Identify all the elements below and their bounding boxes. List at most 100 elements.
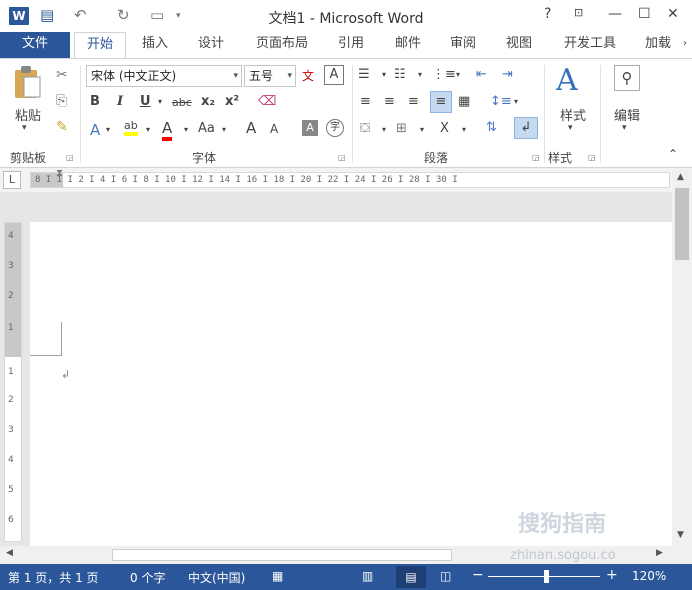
paste-button[interactable]: 粘贴: [12, 105, 44, 124]
tab-review[interactable]: 审阅: [440, 32, 486, 58]
tab-view[interactable]: 视图: [496, 32, 542, 58]
read-mode-icon[interactable]: ▥: [362, 569, 373, 583]
font-name-combo[interactable]: 宋体 (中文正文) ▾: [86, 65, 242, 87]
styles-launcher-icon[interactable]: ◲: [588, 153, 596, 162]
tab-developer[interactable]: 开发工具: [552, 32, 628, 58]
chevron-down-icon[interactable]: ▾: [382, 125, 386, 134]
scroll-left-icon[interactable]: ◀: [6, 548, 13, 558]
chevron-down-icon[interactable]: ▾: [146, 125, 150, 134]
zoom-out-button[interactable]: −: [472, 567, 484, 583]
vertical-ruler[interactable]: 4 3 2 1 1 2 3 4 5 6: [4, 222, 22, 542]
align-left-icon[interactable]: ≡: [360, 94, 371, 109]
find-binoculars-icon[interactable]: ⚲: [614, 65, 640, 91]
styles-button[interactable]: 样式: [556, 105, 590, 124]
tab-page-layout[interactable]: 页面布局: [246, 32, 318, 58]
paste-dropdown-icon[interactable]: ▾: [22, 123, 27, 133]
highlight-color-icon[interactable]: ab: [124, 119, 138, 136]
styles-dropdown-icon[interactable]: ▾: [568, 123, 573, 133]
change-case-button[interactable]: Aa: [198, 121, 215, 136]
align-center-icon[interactable]: ≡: [384, 94, 395, 109]
phonetic-guide-icon[interactable]: 文: [302, 67, 314, 84]
zoom-in-button[interactable]: +: [606, 567, 618, 583]
word-count[interactable]: 0 个字: [130, 569, 165, 586]
text-effects-icon[interactable]: A: [90, 121, 100, 139]
increase-indent-icon[interactable]: ⇥: [502, 67, 513, 82]
clear-formatting-icon[interactable]: ⌫: [258, 94, 276, 109]
horizontal-scroll-thumb[interactable]: [112, 549, 452, 561]
chevron-down-icon[interactable]: ▾: [420, 125, 424, 134]
chinese-layout-icon[interactable]: X: [440, 121, 449, 136]
tab-references[interactable]: 引用: [328, 32, 374, 58]
font-size-combo[interactable]: 五号 ▾: [244, 65, 296, 87]
zoom-level[interactable]: 120%: [632, 569, 666, 583]
grow-font-button[interactable]: A: [246, 119, 256, 137]
tabs-scroll-right-icon[interactable]: ›: [678, 32, 692, 58]
chevron-down-icon[interactable]: ▾: [106, 125, 110, 134]
superscript-button[interactable]: x²: [225, 94, 239, 109]
indent-marker-icon[interactable]: ⧗: [56, 168, 63, 179]
styles-icon[interactable]: A: [556, 63, 578, 98]
font-launcher-icon[interactable]: ◲: [338, 153, 346, 162]
paste-icon[interactable]: [12, 65, 42, 101]
page-count[interactable]: 第 1 页，共 1 页: [8, 569, 99, 586]
language-indicator[interactable]: 中文(中国): [188, 569, 245, 586]
tab-mailings[interactable]: 邮件: [385, 32, 431, 58]
print-layout-icon[interactable]: ▤: [396, 566, 426, 588]
character-shading-icon[interactable]: A: [302, 120, 318, 136]
numbering-icon[interactable]: ☷: [394, 67, 406, 82]
vertical-scrollbar[interactable]: ▲ ▼: [672, 168, 692, 546]
distributed-icon[interactable]: ▦: [458, 94, 470, 109]
italic-button[interactable]: I: [117, 94, 123, 109]
document-page[interactable]: ↲: [30, 222, 672, 546]
close-button[interactable]: ✕: [667, 6, 679, 22]
help-button[interactable]: ?: [544, 6, 551, 22]
strikethrough-button[interactable]: abc: [172, 96, 192, 109]
shading-icon[interactable]: ⛋: [360, 121, 370, 136]
tab-file[interactable]: 文件: [0, 32, 70, 58]
line-spacing-icon[interactable]: ↕≡: [490, 94, 512, 109]
tab-insert[interactable]: 插入: [132, 32, 178, 58]
underline-button[interactable]: U: [140, 94, 151, 109]
clipboard-launcher-icon[interactable]: ◲: [66, 153, 74, 162]
chevron-down-icon[interactable]: ▾: [382, 70, 386, 79]
collapse-ribbon-icon[interactable]: ⌃: [668, 147, 678, 161]
chevron-down-icon[interactable]: ▾: [222, 125, 226, 134]
sort-icon[interactable]: ⇅: [486, 120, 497, 135]
cut-icon[interactable]: ✂: [56, 67, 68, 83]
shrink-font-button[interactable]: A: [270, 122, 278, 136]
vertical-scroll-thumb[interactable]: [675, 188, 689, 260]
chevron-down-icon[interactable]: ▾: [184, 125, 188, 134]
borders-icon[interactable]: ⊞: [396, 121, 407, 136]
decrease-indent-icon[interactable]: ⇤: [476, 67, 487, 82]
ribbon-display-icon[interactable]: ⊡: [574, 6, 583, 19]
tab-addins[interactable]: 加载: [638, 32, 678, 58]
tab-design[interactable]: 设计: [188, 32, 234, 58]
enclose-characters-icon[interactable]: 字: [326, 119, 344, 137]
copy-icon[interactable]: ⎘: [56, 93, 67, 109]
tab-home[interactable]: 开始: [74, 32, 126, 58]
font-color-button[interactable]: A: [162, 119, 173, 141]
maximize-button[interactable]: ☐: [638, 6, 651, 22]
justify-icon[interactable]: ≡: [430, 91, 452, 113]
show-formatting-marks-icon[interactable]: ↲: [514, 117, 538, 139]
chevron-down-icon[interactable]: ▾: [456, 70, 460, 79]
horizontal-ruler[interactable]: 8 I 1 I 2 I 4 I 6 I 8 I 10 I 12 I 14 I 1…: [30, 172, 670, 188]
subscript-button[interactable]: x₂: [201, 94, 215, 109]
zoom-slider-thumb[interactable]: [544, 570, 549, 583]
underline-dropdown-icon[interactable]: ▾: [158, 97, 162, 106]
paragraph-launcher-icon[interactable]: ◲: [532, 153, 540, 162]
chevron-down-icon[interactable]: ▾: [514, 97, 518, 106]
scroll-right-icon[interactable]: ▶: [656, 548, 663, 558]
minimize-button[interactable]: —: [608, 6, 622, 22]
macro-record-icon[interactable]: ▦: [272, 569, 283, 583]
chevron-down-icon[interactable]: ▾: [462, 125, 466, 134]
tab-selector[interactable]: L: [3, 171, 21, 189]
character-border-icon[interactable]: A: [324, 65, 344, 85]
bold-button[interactable]: B: [90, 94, 100, 109]
align-right-icon[interactable]: ≡: [408, 94, 419, 109]
editing-dropdown-icon[interactable]: ▾: [622, 123, 627, 133]
web-layout-icon[interactable]: ◫: [440, 569, 451, 583]
chevron-down-icon[interactable]: ▾: [418, 70, 422, 79]
scroll-down-icon[interactable]: ▼: [677, 530, 684, 540]
editing-button[interactable]: 编辑: [610, 105, 644, 124]
